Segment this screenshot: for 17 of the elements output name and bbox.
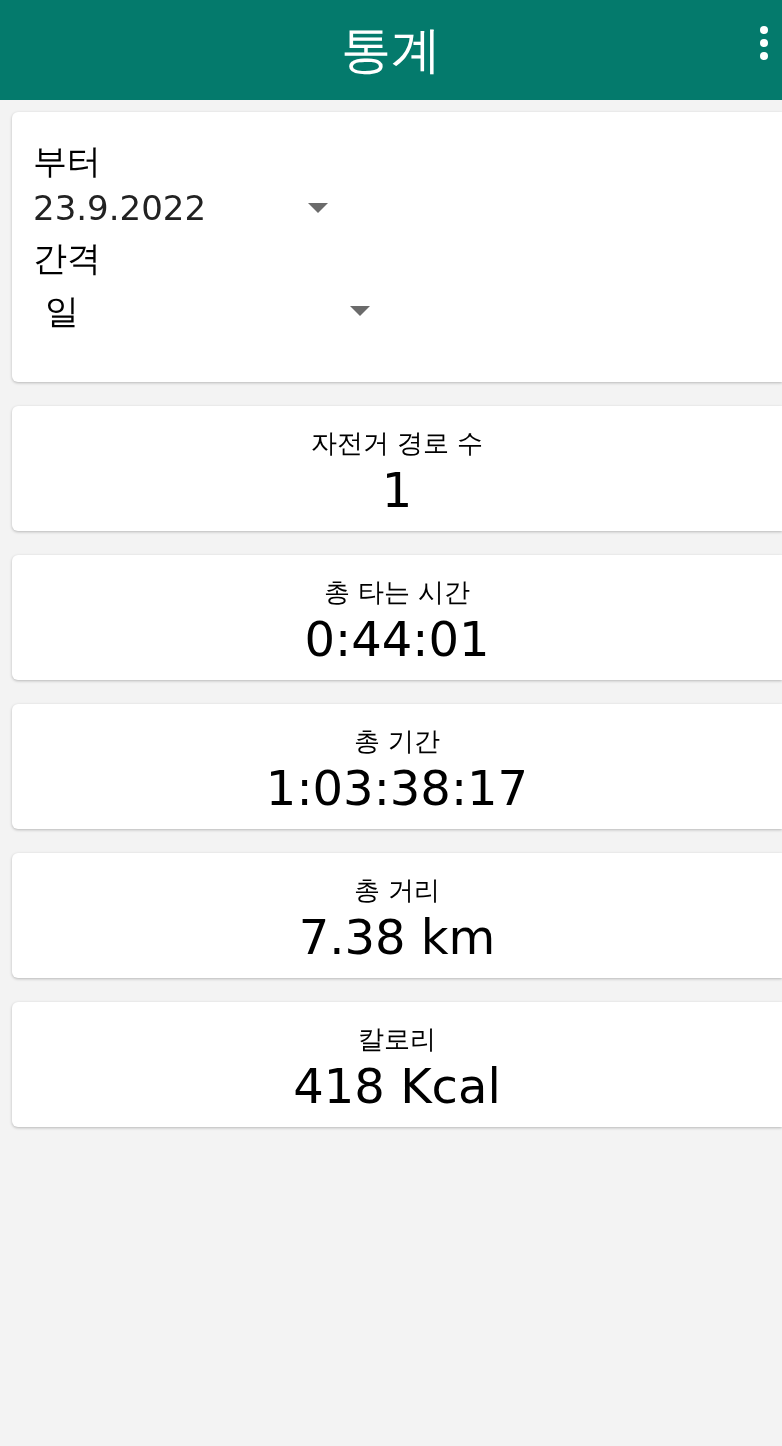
stat-label: 총 타는 시간 [323,576,471,609]
interval-label: 간격 [33,237,102,280]
stat-value: 1:03:38:17 [265,759,529,818]
stat-label: 자전거 경로 수 [310,427,484,460]
caret-icon [350,306,370,316]
stat-value: 418 Kcal [293,1057,501,1116]
stat-value: 1 [381,461,413,520]
interval-dropdown[interactable]: 일 [33,282,370,340]
stat-value: 7.38 km [298,908,496,967]
date-dropdown[interactable]: 23.9.2022 [33,182,328,234]
stat-label: 총 기간 [353,725,441,758]
stat-label: 총 거리 [353,874,441,907]
app-bar-title: 통계 [341,25,441,75]
from-label: 부터 [33,140,102,182]
stat-value: 0:44:01 [304,610,490,669]
caret-icon [308,203,328,213]
stat-label: 칼로리 [358,1023,436,1056]
